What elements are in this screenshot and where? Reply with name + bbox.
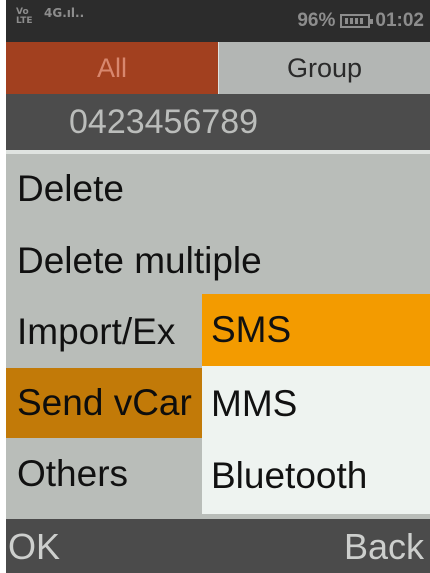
menu-item-delete[interactable]: Delete — [6, 154, 430, 224]
submenu-item-bluetooth[interactable]: Bluetooth — [202, 440, 430, 512]
phone-screen: Vo LTE 4G.ıl.. 96% 01:02 All Group 04234… — [6, 0, 430, 573]
back-softkey[interactable]: Back — [344, 526, 424, 568]
tab-all[interactable]: All — [6, 42, 218, 94]
submenu-item-sms[interactable]: SMS — [202, 294, 430, 366]
volte-bottom-text: LTE — [16, 16, 33, 26]
battery-percent: 96% — [297, 10, 336, 31]
signal-icon: 4G.ıl.. — [44, 6, 85, 20]
menu-item-delete-multiple[interactable]: Delete multiple — [6, 226, 430, 296]
send-vcard-submenu: SMS MMS Bluetooth — [202, 294, 430, 514]
battery-icon — [340, 14, 374, 28]
tab-bar: All Group — [6, 42, 430, 94]
contact-number: 0423456789 — [6, 94, 430, 150]
softkey-bar: OK Back — [6, 519, 430, 573]
clock: 01:02 — [375, 10, 424, 31]
status-bar: Vo LTE 4G.ıl.. 96% 01:02 — [6, 0, 430, 42]
status-right: 96% 01:02 — [297, 10, 424, 32]
network-type: 4G — [44, 6, 63, 20]
ok-softkey[interactable]: OK — [8, 526, 60, 568]
tab-group[interactable]: Group — [219, 42, 430, 94]
volte-icon: Vo LTE — [16, 8, 33, 26]
menu-item-send-vcard[interactable]: Send vCar — [6, 368, 206, 438]
status-left: Vo LTE 4G.ıl.. — [16, 6, 85, 26]
submenu-item-mms[interactable]: MMS — [202, 368, 430, 440]
